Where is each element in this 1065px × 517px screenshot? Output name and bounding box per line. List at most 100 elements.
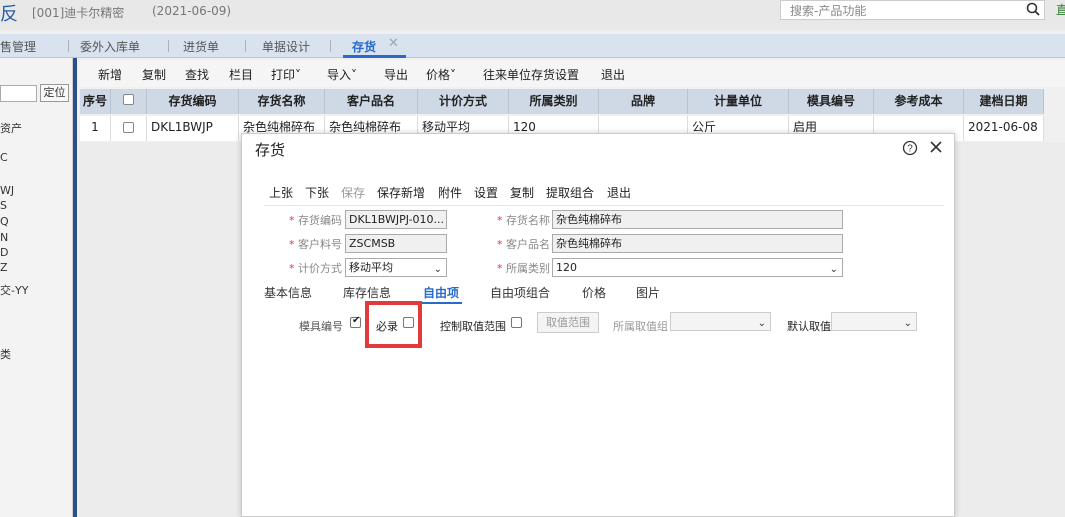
tree-item[interactable]: N [0,231,8,244]
tab-separator [330,40,331,52]
tab-purchase-receipt[interactable]: 进货单 [183,38,219,55]
name-field[interactable]: 杂色纯棉碎布 [552,210,843,229]
highlight-box [365,301,422,348]
copy-button[interactable]: 复制 [142,66,166,83]
control-range-label: 控制取值范围 [440,320,506,333]
dialog-title: 存货 [255,141,286,159]
column-header[interactable]: 建档日期 [964,89,1044,114]
row-checkbox[interactable] [123,122,134,133]
tree-item[interactable]: 交-YY [0,282,28,298]
pricing-method-select[interactable]: 移动平均 ⌄ [345,258,447,277]
active-subtab-indicator [419,302,462,304]
column-header[interactable]: 计价方式 [418,89,509,114]
subtab-free-items[interactable]: 自由项 [423,284,459,301]
panel-divider [73,58,77,517]
default-value-select[interactable]: ⌄ [831,312,917,331]
company-name: [001]迪卡尔精密 [32,6,125,20]
help-link[interactable]: 直 [1056,1,1065,18]
subtab-basic-info[interactable]: 基本信息 [264,284,312,301]
find-button[interactable]: 查找 [185,66,209,83]
category-select[interactable]: 120 ⌄ [552,258,843,277]
tree-item[interactable]: WJ [0,184,14,197]
tree-item[interactable]: S [0,199,7,212]
mold-number-label: 模具编号 [299,320,343,333]
column-header[interactable]: 存货名称 [239,89,325,114]
tree-search-input[interactable] [0,85,37,102]
extract-combination-button[interactable]: 提取组合 [546,184,594,201]
value-range-button[interactable]: 取值范围 [537,312,599,333]
tree-item[interactable]: Z [0,261,8,274]
previous-button[interactable]: 上张 [269,184,293,201]
customer-name-field[interactable]: 杂色纯棉碎布 [552,234,843,253]
value-group-label: 所属取值组 [613,320,668,333]
select-all-checkbox[interactable] [123,94,134,105]
column-header[interactable]: 所属类别 [509,89,599,114]
tree-item[interactable]: C [0,151,8,164]
subtab-inventory-info[interactable]: 库存信息 [343,284,391,301]
tab-separator [168,40,169,52]
tree-item[interactable]: D [0,246,8,259]
table-cell-select[interactable] [111,116,147,141]
column-header[interactable]: 序号 [80,89,111,114]
exit-button[interactable]: 退出 [601,66,625,83]
table-cell[interactable]: 1 [80,116,111,141]
exit-button[interactable]: 退出 [607,184,631,201]
subtab-image[interactable]: 图片 [636,284,660,301]
subtab-free-item-combination[interactable]: 自由项组合 [490,284,550,301]
attachment-button[interactable]: 附件 [438,184,462,201]
pricing-method-value: 移动平均 [349,261,393,274]
save-and-new-button[interactable]: 保存新增 [377,184,425,201]
login-date: (2021-06-09) [152,4,232,18]
column-header[interactable]: 参考成本 [874,89,964,114]
value-group-select[interactable]: ⌄ [670,312,771,331]
tab-outsourced-receipt[interactable]: 委外入库单 [80,38,140,55]
columns-button[interactable]: 栏目 [229,66,253,83]
search-icon[interactable] [1026,2,1040,16]
copy-button[interactable]: 复制 [510,184,534,201]
search-box[interactable]: 搜索-产品功能 [780,0,1045,20]
price-button[interactable]: 价格˅ [426,66,456,83]
svg-text:?: ? [907,144,913,155]
code-field[interactable]: DKL1BWJPJ-010... [345,210,447,229]
column-header[interactable]: 品牌 [599,89,688,114]
column-header[interactable]: 模具编号 [789,89,874,114]
column-header[interactable]: 计量单位 [688,89,789,114]
next-button[interactable]: 下张 [305,184,329,201]
close-icon[interactable] [928,139,944,155]
table-cell[interactable]: 2021-06-08 [964,116,1044,141]
new-button[interactable]: 新增 [98,66,122,83]
export-button[interactable]: 导出 [384,66,408,83]
import-button[interactable]: 导入˅ [327,66,357,83]
tab-separator [68,40,69,52]
print-button[interactable]: 打印˅ [271,66,301,83]
tab-separator [245,40,246,52]
partner-inventory-settings-button[interactable]: 往来单位存货设置 [483,66,579,83]
tree-item[interactable]: Q [0,215,9,228]
pricing-label: * 计价方式 [289,262,342,275]
chevron-down-icon: ⌄ [433,264,442,275]
tree-item[interactable]: 类 [0,346,11,362]
mold-number-checkbox[interactable]: ✔ [350,315,361,328]
tab-document-design[interactable]: 单据设计 [262,38,310,55]
help-icon[interactable]: ? [902,140,918,156]
app-logo: 反 [0,4,18,25]
subtab-price[interactable]: 价格 [582,284,606,301]
control-range-checkbox[interactable] [511,317,522,328]
close-tab-icon[interactable]: ✕ [388,36,399,51]
name-label: * 存货名称 [497,214,550,227]
column-header[interactable]: 存货编码 [147,89,239,114]
category-value: 120 [556,261,577,274]
tab-sales-management[interactable]: 售管理 [0,38,36,55]
customer-code-field[interactable]: ZSCMSB [345,234,447,253]
column-header[interactable]: 客户品名 [325,89,418,114]
code-label: * 存货编码 [289,214,342,227]
table-cell[interactable]: DKL1BWJP [147,116,239,141]
locate-button[interactable]: 定位 [40,84,69,102]
tab-inventory[interactable]: 存货 [352,38,376,55]
save-button[interactable]: 保存 [341,184,365,201]
tree-item[interactable]: 资产 [0,120,22,136]
column-header-select-all[interactable] [111,89,147,114]
search-input[interactable]: 搜索-产品功能 [790,2,866,19]
settings-button[interactable]: 设置 [474,184,498,201]
check-icon: ✔ [352,315,361,326]
